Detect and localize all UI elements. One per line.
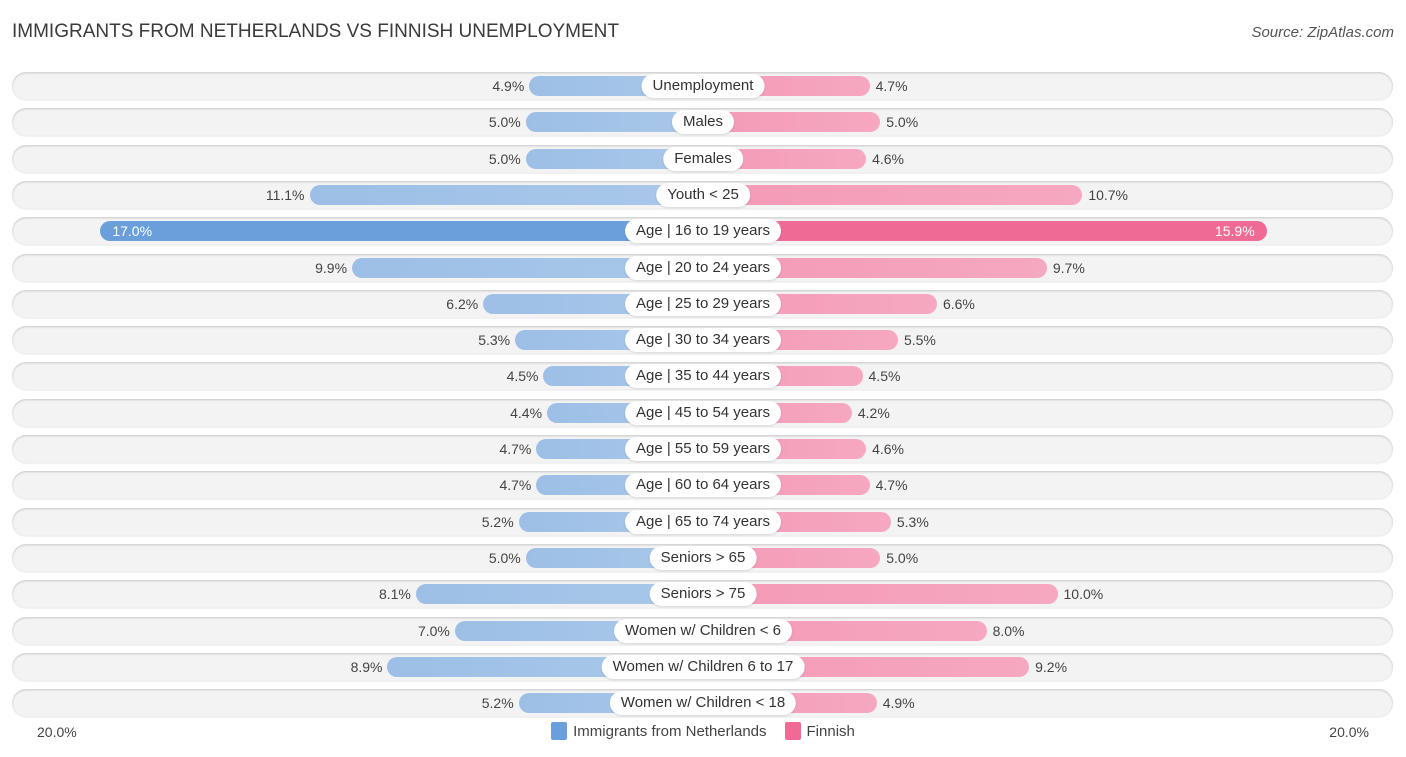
value-label-finnish: 9.2%: [1035, 658, 1068, 675]
value-label-netherlands: 4.7%: [499, 441, 532, 457]
legend-label-netherlands: Immigrants from Netherlands: [573, 722, 767, 740]
category-label: Seniors > 65: [649, 545, 757, 570]
value-label-finnish: 4.7%: [875, 78, 908, 94]
category-label: Age | 30 to 34 years: [625, 328, 781, 353]
value-label-finnish: 5.5%: [903, 332, 936, 349]
value-label-finnish: 8.0%: [992, 622, 1025, 639]
value-label-netherlands: 5.2%: [481, 695, 514, 712]
value-label-netherlands: 7.0%: [417, 622, 450, 639]
category-label: Age | 35 to 44 years: [625, 364, 781, 389]
value-label-netherlands: 4.9%: [492, 78, 525, 94]
value-label-netherlands: 8.1%: [378, 586, 411, 603]
category-label: Seniors > 75: [649, 582, 757, 607]
chart-plot-area: 4.9% 4.7% Unemployment 5.0% 5.0% Males 5.0% 4.6…: [0, 0, 1406, 757]
bar-netherlands[interactable]: [100, 221, 703, 242]
value-label-finnish: 4.6%: [872, 150, 904, 167]
category-label: Youth < 25: [656, 182, 750, 207]
category-label: Age | 20 to 24 years: [625, 255, 781, 280]
legend-item-finnish[interactable]: Finnish: [784, 722, 855, 740]
value-label-finnish: 5.0%: [886, 549, 919, 566]
value-label-finnish: 4.9%: [882, 695, 915, 712]
category-label: Age | 65 to 74 years: [625, 509, 781, 534]
value-label-netherlands: 17.0%: [112, 223, 153, 240]
value-label-netherlands: 9.9%: [315, 259, 348, 276]
value-label-finnish: 5.0%: [886, 114, 919, 131]
value-label-finnish: 10.0%: [1063, 586, 1104, 603]
legend-swatch-netherlands: [551, 722, 568, 740]
value-label-netherlands: 4.4%: [510, 404, 543, 421]
legend: Immigrants from Netherlands Finnish: [0, 722, 1406, 740]
value-label-netherlands: 11.1%: [265, 186, 305, 203]
category-label: Males: [671, 110, 735, 135]
bar-finnish[interactable]: [703, 184, 1083, 205]
category-label: Age | 16 to 19 years: [625, 219, 781, 244]
value-label-netherlands: 4.5%: [506, 368, 539, 385]
category-label: Age | 55 to 59 years: [625, 437, 781, 461]
value-label-netherlands: 4.7%: [499, 477, 532, 494]
bar-netherlands[interactable]: [309, 184, 703, 205]
value-label-finnish: 10.7%: [1088, 186, 1129, 203]
legend-item-netherlands[interactable]: Immigrants from Netherlands: [551, 722, 767, 740]
value-label-netherlands: 6.2%: [446, 295, 479, 312]
category-label: Age | 25 to 29 years: [625, 291, 781, 316]
value-label-netherlands: 5.3%: [478, 332, 511, 349]
value-label-finnish: 6.6%: [942, 295, 975, 312]
value-label-netherlands: 5.2%: [481, 513, 514, 530]
value-label-finnish: 15.9%: [1214, 223, 1255, 240]
category-label: Women w/ Children 6 to 17: [601, 654, 805, 679]
value-label-finnish: 4.2%: [857, 404, 890, 421]
value-label-finnish: 4.5%: [868, 368, 901, 385]
category-label: Age | 45 to 54 years: [625, 400, 781, 425]
category-label: Females: [663, 146, 743, 171]
value-label-finnish: 4.6%: [872, 441, 904, 457]
category-label: Women w/ Children < 6: [613, 618, 793, 643]
category-label: Age | 60 to 64 years: [625, 473, 781, 498]
legend-swatch-finnish: [784, 722, 801, 740]
category-label: Women w/ Children < 18: [609, 691, 797, 716]
legend-label-finnish: Finnish: [806, 722, 855, 740]
value-label-finnish: 4.7%: [875, 477, 908, 494]
bar-finnish[interactable]: [703, 221, 1267, 242]
value-label-netherlands: 5.0%: [488, 549, 521, 566]
value-label-finnish: 5.3%: [896, 513, 929, 530]
value-label-finnish: 9.7%: [1052, 259, 1085, 276]
value-label-netherlands: 5.0%: [488, 150, 521, 167]
value-label-netherlands: 8.9%: [350, 658, 383, 675]
category-label: Unemployment: [641, 74, 765, 98]
value-label-netherlands: 5.0%: [488, 114, 521, 131]
